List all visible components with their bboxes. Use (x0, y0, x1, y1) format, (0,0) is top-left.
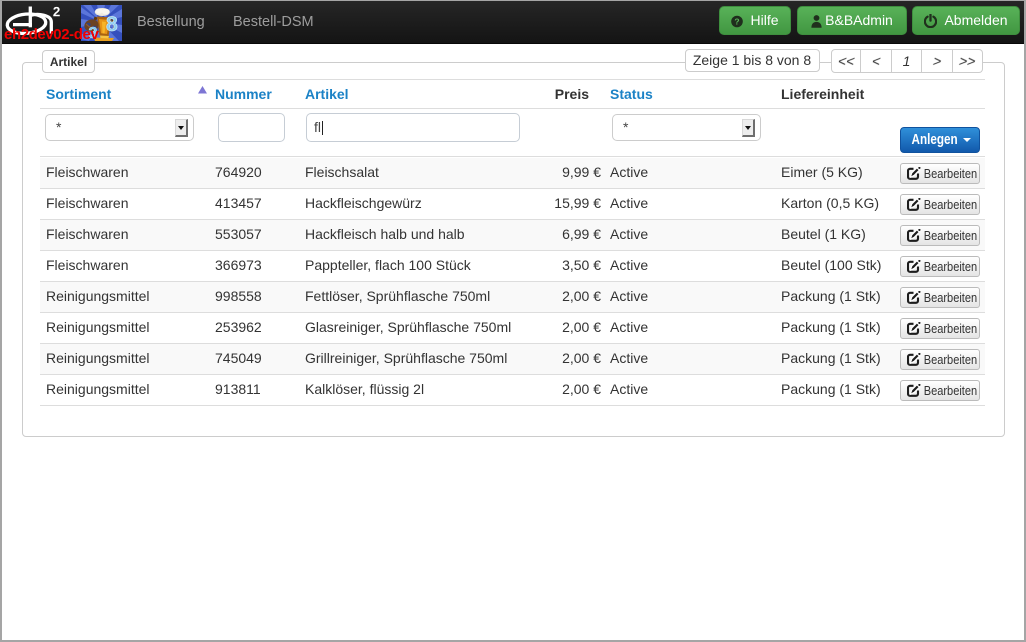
svg-text:?: ? (735, 16, 740, 26)
svg-text:8: 8 (106, 13, 118, 36)
